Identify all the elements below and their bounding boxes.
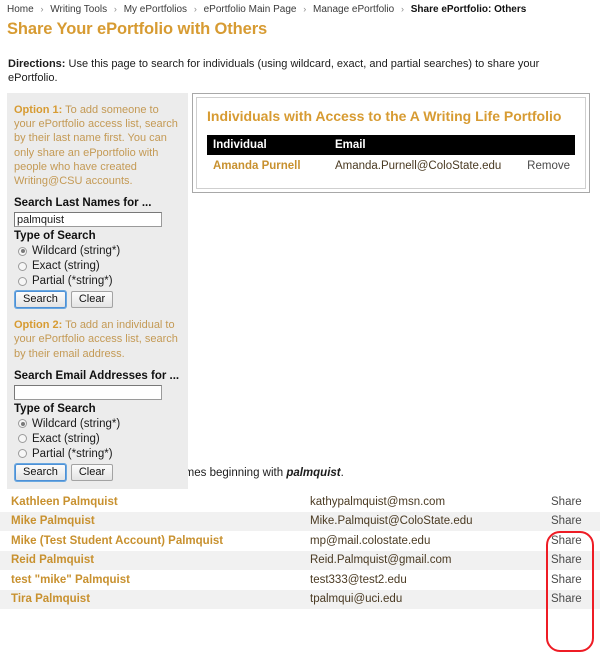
access-panel-title: Individuals with Access to the A Writing…: [207, 108, 562, 124]
email-search-input[interactable]: [14, 384, 162, 400]
access-table: Individual Email Amanda Purnell Amanda.P…: [207, 135, 575, 178]
option-1-radio-partial-label: Partial (*string*): [32, 275, 113, 288]
access-row-individual: Amanda Purnell: [213, 160, 301, 172]
list-item[interactable]: Reid Palmquist Reid.Palmquist@gmail.com …: [0, 550, 600, 570]
results-list: Kathleen Palmquist kathypalmquist@msn.co…: [0, 492, 600, 609]
result-name: test "mike" Palmquist: [11, 573, 130, 586]
result-share-link[interactable]: Share: [546, 554, 600, 566]
list-item[interactable]: Kathleen Palmquist kathypalmquist@msn.co…: [0, 492, 600, 512]
radio-button-icon[interactable]: [18, 276, 27, 286]
option-1-radio-exact[interactable]: Exact (string): [14, 259, 181, 273]
result-email: tpalmqui@uci.edu: [310, 593, 403, 606]
result-email: mp@mail.colostate.edu: [310, 534, 431, 547]
list-item[interactable]: Mike Palmquist Mike.Palmquist@ColoState.…: [0, 511, 600, 531]
result-email: Reid.Palmquist@gmail.com: [310, 554, 452, 567]
option-1-block: Option 1: To add someone to your ePortfo…: [7, 103, 188, 309]
last-name-search-input[interactable]: [14, 212, 162, 228]
access-panel-inner: Individuals with Access to the A Writing…: [196, 97, 586, 189]
option-2-radio-wildcard[interactable]: Wildcard (string*): [14, 417, 181, 431]
breadcrumb-separator: ›: [40, 4, 44, 14]
search-and-access-region: Option 1: To add someone to your ePortfo…: [0, 93, 600, 489]
radio-button-icon[interactable]: [18, 434, 27, 444]
breadcrumb-item-eportfolio-main-page[interactable]: ePortfolio Main Page: [204, 4, 297, 15]
option-2-radio-wildcard-label: Wildcard (string*): [32, 417, 121, 430]
directions-text: Directions: Use this page to search for …: [8, 57, 588, 85]
option-2-button-row: Search Clear: [14, 463, 181, 481]
option-2-type-of-search-label: Type of Search: [14, 402, 96, 415]
breadcrumb-separator: ›: [113, 4, 117, 14]
result-email: test333@test2.edu: [310, 573, 407, 586]
access-header-action: [506, 135, 575, 155]
option-2-search-button[interactable]: Search: [15, 463, 66, 481]
access-table-head: Individual Email: [207, 135, 575, 155]
result-share-link[interactable]: Share: [546, 515, 600, 527]
result-name: Kathleen Palmquist: [11, 495, 118, 508]
access-panel: Individuals with Access to the A Writing…: [192, 93, 590, 193]
last-name-search-label: Search Last Names for ...: [14, 197, 152, 210]
breadcrumb-item-home[interactable]: Home: [7, 4, 34, 15]
result-share-link[interactable]: Share: [546, 496, 600, 508]
option-2-description: Option 2: To add an individual to your e…: [14, 318, 181, 361]
breadcrumb: Home › Writing Tools › My ePortfolios › …: [0, 0, 600, 16]
option-2-radio-exact[interactable]: Exact (string): [14, 432, 181, 446]
result-share-link[interactable]: Share: [546, 593, 600, 605]
radio-button-icon[interactable]: [18, 419, 27, 429]
access-row-email: Amanda.Purnell@ColoState.edu: [334, 160, 502, 172]
option-1-button-row: Search Clear: [14, 291, 181, 309]
option-2-clear-button[interactable]: Clear: [70, 463, 114, 481]
page-title: Share Your ePortfolio with Others: [7, 20, 268, 38]
breadcrumb-item-current: Share ePortfolio: Others: [410, 4, 527, 15]
option-1-radio-partial[interactable]: Partial (*string*): [14, 274, 181, 288]
list-item[interactable]: test "mike" Palmquist test333@test2.edu …: [0, 570, 600, 590]
directions-label: Directions:: [8, 58, 66, 70]
result-name: Tira Palmquist: [11, 593, 91, 606]
list-item[interactable]: Mike (Test Student Account) Palmquist mp…: [0, 531, 600, 551]
result-email: kathypalmquist@msn.com: [310, 495, 446, 508]
access-header-email: Email: [328, 135, 507, 155]
option-2-heading: Option 2:: [14, 319, 63, 332]
table-row: Amanda Purnell Amanda.Purnell@ColoState.…: [207, 155, 575, 178]
result-name: Mike (Test Student Account) Palmquist: [11, 534, 224, 547]
result-name: Reid Palmquist: [11, 554, 95, 567]
breadcrumb-separator: ›: [193, 4, 197, 14]
radio-button-icon[interactable]: [18, 246, 27, 256]
option-1-radio-exact-label: Exact (string): [32, 260, 100, 273]
result-email: Mike.Palmquist@ColoState.edu: [310, 515, 473, 528]
option-1-heading: Option 1:: [14, 104, 63, 116]
breadcrumb-separator: ›: [303, 4, 307, 14]
breadcrumb-item-writing-tools[interactable]: Writing Tools: [50, 4, 107, 15]
option-2-radio-exact-label: Exact (string): [32, 432, 100, 445]
option-2-radio-partial[interactable]: Partial (*string*): [14, 447, 181, 461]
result-share-link[interactable]: Share: [546, 535, 600, 547]
results-summary-term: palmquist: [286, 467, 341, 479]
breadcrumb-separator: ›: [400, 4, 404, 14]
result-name: Mike Palmquist: [11, 515, 95, 528]
option-2-block: Option 2: To add an individual to your e…: [7, 318, 188, 481]
access-table-header-row: Individual Email: [207, 135, 575, 155]
option-2-radio-partial-label: Partial (*string*): [32, 447, 113, 460]
option-1-search-button[interactable]: Search: [15, 291, 66, 309]
access-row-remove-link[interactable]: Remove: [506, 155, 575, 178]
search-sidebar: Option 1: To add someone to your ePortfo…: [7, 93, 188, 489]
results-summary-suffix: .: [340, 467, 344, 479]
option-1-body: To add someone to your ePortfolio access…: [14, 104, 178, 188]
option-1-radio-wildcard-label: Wildcard (string*): [32, 245, 121, 258]
option-1-clear-button[interactable]: Clear: [70, 291, 114, 309]
radio-button-icon[interactable]: [18, 449, 27, 459]
list-item[interactable]: Tira Palmquist tpalmqui@uci.edu Share: [0, 589, 600, 609]
email-search-label: Search Email Addresses for ...: [14, 369, 180, 382]
option-1-description: Option 1: To add someone to your ePortfo…: [14, 103, 181, 188]
result-share-link[interactable]: Share: [546, 574, 600, 586]
breadcrumb-item-my-eportfolios[interactable]: My ePortfolios: [124, 4, 187, 15]
breadcrumb-item-manage-eportfolio[interactable]: Manage ePortfolio: [313, 4, 394, 15]
option-1-type-of-search-label: Type of Search: [14, 230, 96, 243]
access-table-body: Amanda Purnell Amanda.Purnell@ColoState.…: [207, 155, 575, 178]
access-header-individual: Individual: [207, 135, 329, 155]
directions-body: Use this page to search for individuals …: [8, 58, 540, 84]
option-1-radio-wildcard[interactable]: Wildcard (string*): [14, 244, 181, 258]
radio-button-icon[interactable]: [18, 261, 27, 271]
